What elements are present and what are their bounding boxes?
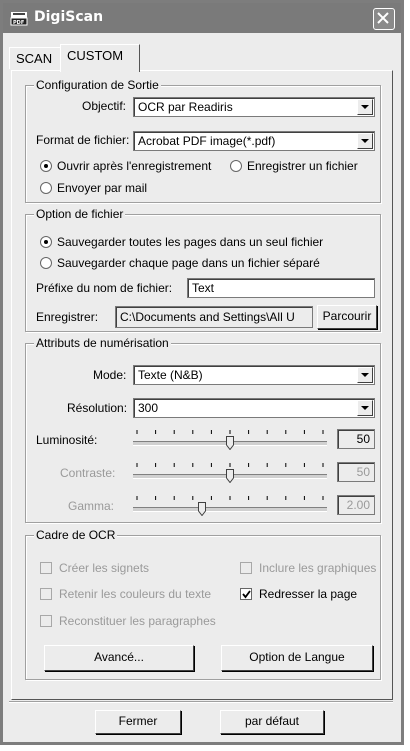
tab-scan-label: SCAN — [16, 51, 53, 66]
radio-single-file[interactable] — [40, 236, 52, 248]
language-option-button-label: Option de Langue — [249, 650, 345, 664]
mode-select[interactable]: Texte (N&B) — [133, 365, 375, 385]
contrast-thumb[interactable] — [226, 469, 234, 483]
radio-send-mail-label[interactable]: Envoyer par mail — [57, 181, 147, 195]
checkbox-straighten-page[interactable] — [240, 588, 252, 600]
mode-label: Mode: — [93, 368, 127, 382]
close-button-label: Fermer — [118, 714, 158, 728]
title-bar[interactable]: PDF DigiScan — [3, 3, 401, 33]
checkbox-retain-colors-label[interactable]: Retenir les couleurs du texte — [59, 587, 211, 601]
gamma-value: 2.00 — [346, 498, 370, 512]
checkmark-icon — [242, 590, 251, 599]
checkbox-straighten-page-label[interactable]: Redresser la page — [259, 587, 357, 601]
gamma-value-field[interactable]: 2.00 — [337, 495, 375, 515]
svg-text:PDF: PDF — [13, 20, 24, 26]
scan-attributes-legend: Attributs de numérisation — [34, 336, 171, 350]
resolution-value: 300 — [138, 401, 159, 415]
radio-separate-files[interactable] — [40, 257, 52, 269]
contrast-ticks — [136, 463, 324, 467]
mode-dropdown-button[interactable] — [357, 367, 373, 383]
save-path-field[interactable]: C:\Documents and Settings\All U — [115, 306, 313, 328]
default-button[interactable]: par défaut — [220, 710, 324, 734]
brightness-ticks — [136, 430, 324, 434]
gamma-ticks — [136, 496, 324, 500]
brightness-value: 50 — [356, 432, 370, 446]
format-value: Acrobat PDF image(*.pdf) — [138, 134, 276, 148]
prefix-label: Préfixe du nom de fichier: — [36, 281, 173, 295]
objectif-label: Objectif: — [82, 99, 127, 113]
output-config-legend: Configuration de Sortie — [34, 78, 161, 92]
close-window-button[interactable] — [373, 8, 395, 30]
close-button[interactable]: Fermer — [95, 710, 181, 734]
objectif-select[interactable]: OCR par Readiris — [133, 97, 375, 117]
chevron-down-icon — [361, 406, 369, 410]
chevron-down-icon — [361, 105, 369, 109]
objectif-dropdown-button[interactable] — [357, 99, 373, 115]
browse-button-label: Parcourir — [322, 309, 372, 323]
checkbox-include-graphics-label[interactable]: Inclure les graphiques — [259, 561, 376, 575]
objectif-value: OCR par Readiris — [138, 100, 233, 114]
chevron-down-icon — [361, 139, 369, 143]
format-select[interactable]: Acrobat PDF image(*.pdf) — [133, 131, 375, 151]
format-label: Format de fichier: — [36, 133, 130, 147]
checkbox-rebuild-paragraphs[interactable] — [40, 615, 52, 627]
resolution-label: Résolution: — [67, 401, 128, 415]
gamma-thumb[interactable] — [198, 502, 207, 516]
brightness-value-field[interactable]: 50 — [337, 429, 375, 449]
tab-custom-label: CUSTOM — [67, 48, 124, 63]
radio-separate-files-label[interactable]: Sauvegarder chaque page dans un fichier … — [57, 256, 320, 270]
gamma-label: Gamma: — [68, 499, 115, 513]
gamma-slider[interactable] — [133, 495, 327, 516]
tab-scan[interactable]: SCAN — [9, 47, 61, 69]
checkbox-retain-colors[interactable] — [40, 588, 52, 600]
scanner-app-icon: PDF — [10, 12, 28, 26]
radio-open-after-save[interactable] — [40, 160, 52, 172]
browse-button[interactable]: Parcourir — [317, 305, 377, 329]
mode-value: Texte (N&B) — [138, 368, 203, 382]
footer-separator — [9, 701, 393, 703]
radio-single-file-label[interactable]: Sauvegarder toutes les pages dans un seu… — [57, 235, 323, 249]
radio-send-mail[interactable] — [40, 182, 52, 194]
resolution-select[interactable]: 300 — [133, 398, 375, 418]
save-path-label: Enregistrer: — [36, 310, 99, 324]
file-option-legend: Option de fichier — [34, 207, 126, 221]
prefix-value: Text — [192, 281, 215, 295]
checkbox-rebuild-paragraphs-label[interactable]: Reconstituer les paragraphes — [59, 614, 216, 628]
contrast-slider[interactable] — [133, 462, 327, 483]
checkbox-include-graphics[interactable] — [240, 562, 252, 574]
advanced-button-label: Avancé... — [94, 650, 144, 664]
checkbox-bookmarks[interactable] — [40, 562, 52, 574]
window-title: DigiScan — [34, 9, 104, 25]
contrast-value: 50 — [356, 465, 370, 479]
chevron-down-icon — [361, 373, 369, 377]
close-icon — [377, 12, 389, 24]
radio-open-after-save-label[interactable]: Ouvrir après l'enregistrement — [57, 159, 211, 173]
gamma-track — [133, 507, 327, 512]
brightness-slider[interactable] — [133, 429, 327, 450]
format-dropdown-button[interactable] — [357, 133, 373, 149]
advanced-button[interactable]: Avancé... — [44, 645, 194, 671]
digiscan-window: PDF DigiScan SCAN CUSTOM Configuration d… — [0, 0, 404, 745]
brightness-thumb[interactable] — [226, 436, 234, 450]
radio-save-file[interactable] — [230, 160, 242, 172]
contrast-label: Contraste: — [60, 466, 116, 480]
contrast-value-field[interactable]: 50 — [337, 462, 375, 482]
ocr-frame-legend: Cadre de OCR — [34, 528, 118, 542]
tab-custom[interactable]: CUSTOM — [60, 44, 140, 72]
radio-save-file-label[interactable]: Enregistrer un fichier — [247, 159, 358, 173]
prefix-input[interactable]: Text — [187, 278, 375, 298]
checkbox-bookmarks-label[interactable]: Créer les signets — [59, 561, 149, 575]
save-path-value: C:\Documents and Settings\All U — [120, 310, 295, 324]
language-option-button[interactable]: Option de Langue — [221, 645, 373, 671]
resolution-dropdown-button[interactable] — [357, 400, 373, 416]
default-button-label: par défaut — [244, 714, 300, 728]
brightness-label: Luminosité: — [36, 433, 98, 447]
